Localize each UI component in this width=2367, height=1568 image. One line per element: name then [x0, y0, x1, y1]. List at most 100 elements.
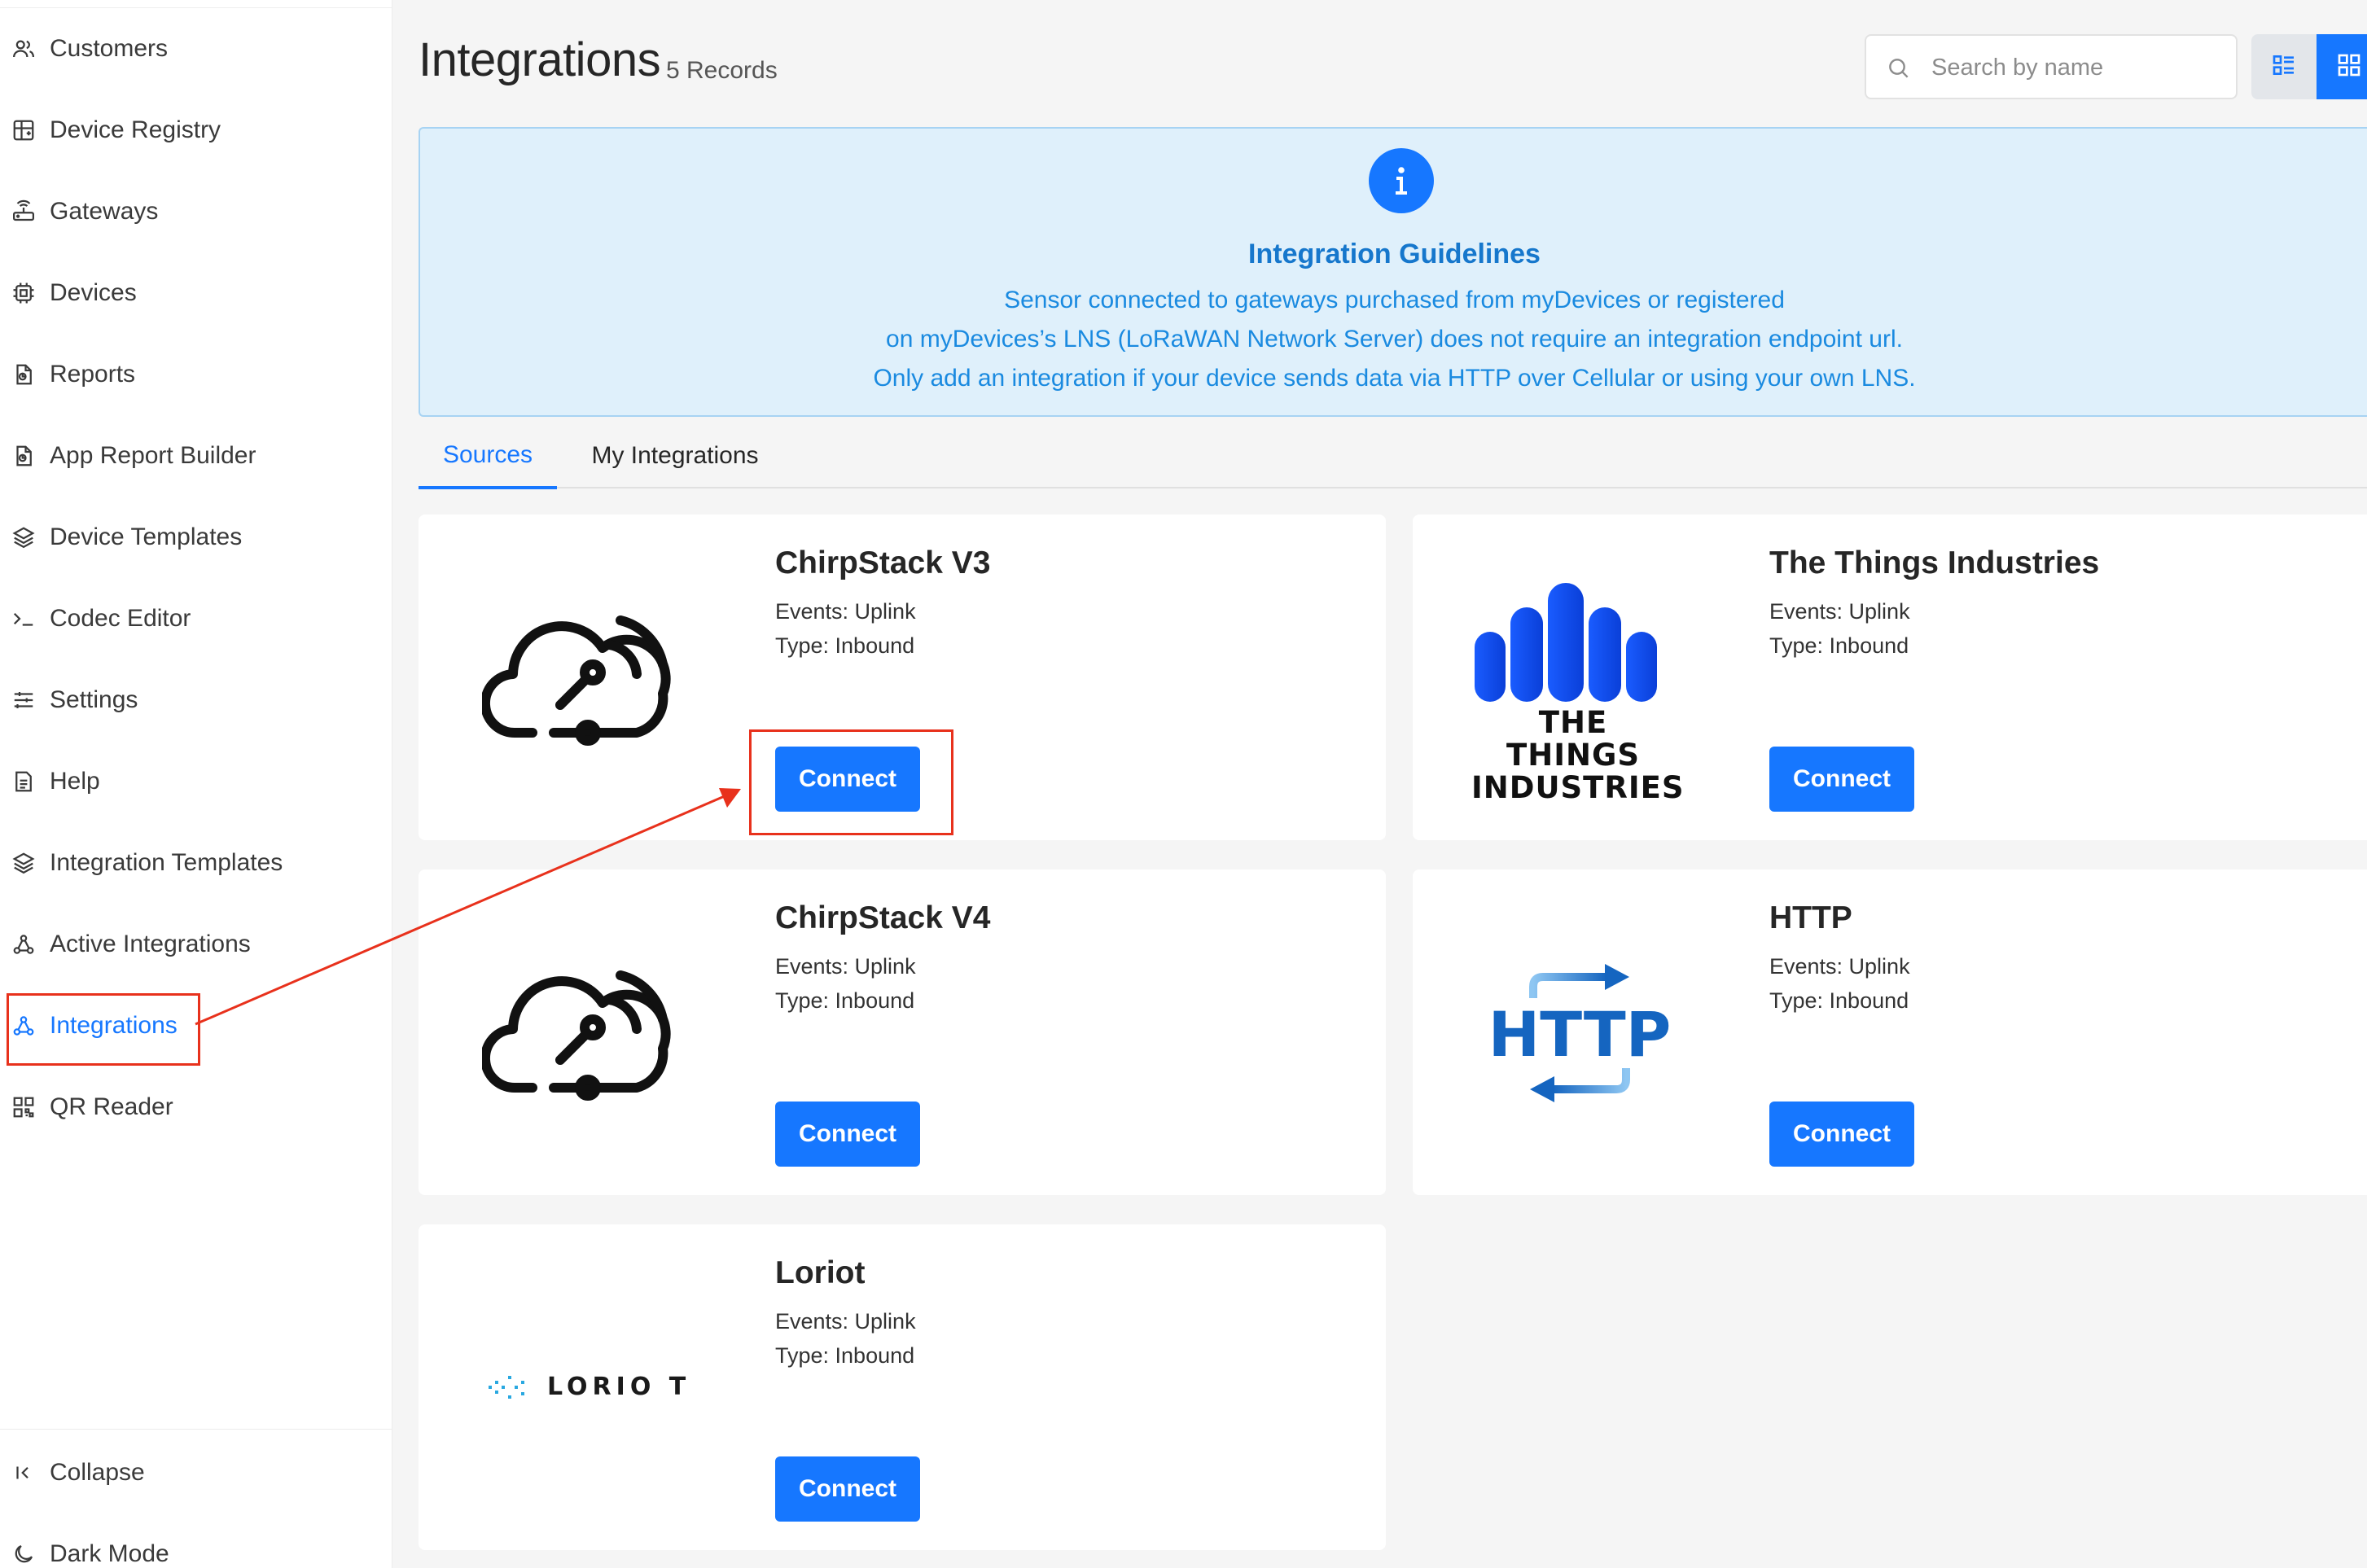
sidebar-item-label: Device Registry — [50, 116, 221, 143]
layers-icon — [11, 525, 36, 550]
chirpstack-logo — [480, 596, 681, 756]
http-logo-text: HTTP — [1488, 998, 1672, 1071]
router-icon — [11, 199, 36, 224]
grid-view-button[interactable] — [2317, 34, 2367, 99]
page-title: Integrations — [419, 33, 661, 86]
chirpstack-logo — [480, 951, 681, 1110]
annotation-highlight-connect — [749, 729, 953, 835]
record-count: 5 Records — [666, 57, 778, 84]
list-view-icon — [2271, 52, 2297, 82]
sidebar-item-label: Gateways — [50, 198, 159, 225]
sidebar: Customers Device Registry Gateways Devic… — [0, 0, 392, 1568]
card-title: ChirpStack V4 — [775, 900, 991, 935]
search-box — [1865, 34, 2238, 99]
sidebar-item-label: App Report Builder — [50, 442, 256, 469]
connect-button[interactable]: Connect — [1769, 747, 1914, 812]
sidebar-divider — [0, 1429, 392, 1430]
integration-card-http: HTTP HTTP Events: Uplink Type: Inbound C… — [1413, 869, 2367, 1195]
dark-mode-label: Dark Mode — [50, 1540, 169, 1567]
sidebar-item-integration-templates[interactable]: Integration Templates — [0, 837, 392, 889]
sidebar-item-label: Customers — [50, 35, 169, 62]
card-events: Events: Uplink — [1769, 954, 1910, 979]
card-events: Events: Uplink — [775, 954, 916, 979]
connect-button[interactable]: Connect — [775, 1102, 920, 1167]
sidebar-item-settings[interactable]: Settings — [0, 674, 392, 726]
grid-view-icon — [2336, 52, 2362, 82]
connect-button[interactable]: Connect — [1769, 1102, 1914, 1167]
report-builder-icon — [11, 444, 36, 468]
sidebar-item-app-report-builder[interactable]: App Report Builder — [0, 430, 392, 482]
loriot-logo: LORIO T — [487, 1368, 686, 1408]
tab-sources[interactable]: Sources — [419, 423, 557, 489]
tti-logo-line-2: INDUSTRIES — [1471, 770, 1685, 805]
sidebar-item-active-integrations[interactable]: Active Integrations — [0, 918, 392, 970]
document-icon — [11, 769, 36, 794]
connect-button[interactable]: Connect — [775, 1456, 920, 1522]
sidebar-item-label: Codec Editor — [50, 605, 191, 632]
card-type: Type: Inbound — [1769, 988, 1909, 1013]
card-title: Loriot — [775, 1255, 866, 1290]
sidebar-item-label: Settings — [50, 686, 138, 713]
annotation-highlight-integrations — [7, 993, 200, 1066]
tabs: Sources My Integrations — [419, 423, 2367, 489]
dark-mode-toggle[interactable]: Dark Mode — [0, 1528, 392, 1568]
card-type: Type: Inbound — [775, 633, 915, 658]
sidebar-item-codec-editor[interactable]: Codec Editor — [0, 593, 392, 645]
sidebar-item-help[interactable]: Help — [0, 756, 392, 808]
collapse-button[interactable]: Collapse — [0, 1447, 392, 1499]
integration-card-loriot: LORIO T Loriot Events: Uplink Type: Inbo… — [419, 1224, 1386, 1550]
sidebar-item-qr-reader[interactable]: QR Reader — [0, 1081, 392, 1133]
terminal-icon — [11, 607, 36, 631]
sidebar-item-label: Devices — [50, 279, 137, 306]
banner-title: Integration Guidelines — [1248, 239, 1541, 269]
sidebar-item-label: QR Reader — [50, 1093, 173, 1120]
card-title: The Things Industries — [1769, 545, 2100, 580]
registry-icon — [11, 118, 36, 142]
sidebar-item-customers[interactable]: Customers — [0, 23, 392, 75]
sidebar-item-reports[interactable]: Reports — [0, 348, 392, 401]
sidebar-item-label: Reports — [50, 361, 136, 388]
card-type: Type: Inbound — [1769, 633, 1909, 658]
sidebar-item-label: Integration Templates — [50, 849, 283, 876]
sidebar-item-label: Help — [50, 768, 100, 795]
card-title: ChirpStack V3 — [775, 545, 991, 580]
card-events: Events: Uplink — [775, 1309, 916, 1334]
search-icon — [1886, 55, 1912, 81]
sidebar-item-gateways[interactable]: Gateways — [0, 186, 392, 238]
collapse-icon — [11, 1461, 36, 1485]
sidebar-item-device-registry[interactable]: Device Registry — [0, 104, 392, 156]
webhook-icon — [11, 932, 36, 957]
sidebar-top-divider — [0, 0, 392, 8]
list-view-button[interactable] — [2251, 34, 2317, 99]
card-type: Type: Inbound — [775, 988, 915, 1013]
tab-my-integrations[interactable]: My Integrations — [573, 423, 777, 488]
tti-logo: THE THINGS INDUSTRIES — [1471, 583, 1684, 804]
report-icon — [11, 362, 36, 387]
loriot-logo-text: LORIO T — [547, 1373, 691, 1401]
card-title: HTTP — [1769, 900, 1852, 935]
banner-text-line: on myDevices’s LNS (LoRaWAN Network Serv… — [886, 326, 1903, 353]
http-logo: HTTP — [1486, 956, 1673, 1110]
sidebar-item-label: Device Templates — [50, 523, 243, 550]
integration-card-chirpstack-v4: ChirpStack V4 Events: Uplink Type: Inbou… — [419, 869, 1386, 1195]
sidebar-item-device-templates[interactable]: Device Templates — [0, 511, 392, 563]
info-icon — [1369, 148, 1434, 213]
card-type: Type: Inbound — [775, 1343, 915, 1368]
sidebar-item-devices[interactable]: Devices — [0, 267, 392, 319]
moon-icon — [11, 1542, 36, 1566]
card-events: Events: Uplink — [775, 599, 916, 624]
layers-icon — [11, 851, 36, 875]
card-events: Events: Uplink — [1769, 599, 1910, 624]
banner-text-line: Sensor connected to gateways purchased f… — [1004, 287, 1785, 313]
sliders-icon — [11, 688, 36, 712]
sidebar-item-label: Active Integrations — [50, 931, 251, 957]
integration-card-the-things-industries: THE THINGS INDUSTRIES The Things Industr… — [1413, 515, 2367, 840]
search-input[interactable] — [1931, 49, 2225, 86]
chip-icon — [11, 281, 36, 305]
collapse-label: Collapse — [50, 1459, 145, 1486]
tti-logo-line-1: THE THINGS — [1506, 705, 1640, 773]
integration-guidelines-banner: Integration Guidelines Sensor connected … — [419, 127, 2367, 417]
qr-icon — [11, 1095, 36, 1119]
users-icon — [11, 37, 36, 61]
banner-text-line: Only add an integration if your device s… — [873, 365, 1916, 392]
